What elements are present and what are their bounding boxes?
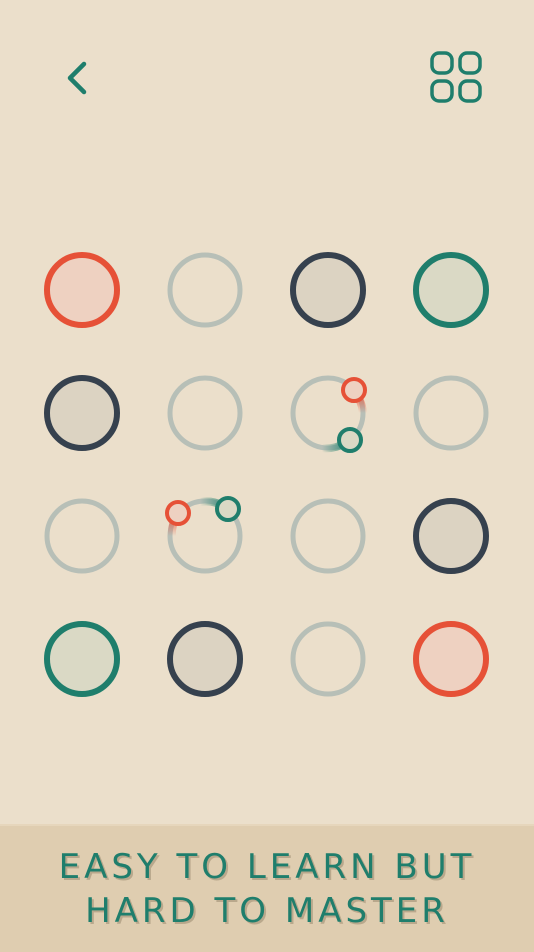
red-dot[interactable] <box>341 377 367 403</box>
ring-empty[interactable] <box>167 252 243 328</box>
red-dot[interactable] <box>165 500 191 526</box>
ring-dark[interactable] <box>413 498 489 574</box>
ring-empty[interactable] <box>413 375 489 451</box>
ring-teal[interactable] <box>413 252 489 328</box>
ring-empty[interactable] <box>167 375 243 451</box>
ring-red[interactable] <box>413 621 489 697</box>
ring-empty[interactable] <box>290 621 366 697</box>
ring-empty[interactable] <box>290 498 366 574</box>
ring-red[interactable] <box>44 252 120 328</box>
ring-dark[interactable] <box>167 621 243 697</box>
tagline-text: EASY TO LEARN BUT HARD TO MASTER <box>58 847 476 931</box>
ring-dark[interactable] <box>44 375 120 451</box>
ring-dark[interactable] <box>290 252 366 328</box>
game-board <box>44 252 489 697</box>
ring-with-dots[interactable] <box>165 496 243 574</box>
ring-with-dots[interactable] <box>290 375 367 453</box>
tagline-banner: EASY TO LEARN BUT HARD TO MASTER <box>0 824 534 952</box>
teal-dot[interactable] <box>215 496 241 522</box>
ring-teal[interactable] <box>44 621 120 697</box>
teal-dot[interactable] <box>337 427 363 453</box>
ring-empty[interactable] <box>44 498 120 574</box>
